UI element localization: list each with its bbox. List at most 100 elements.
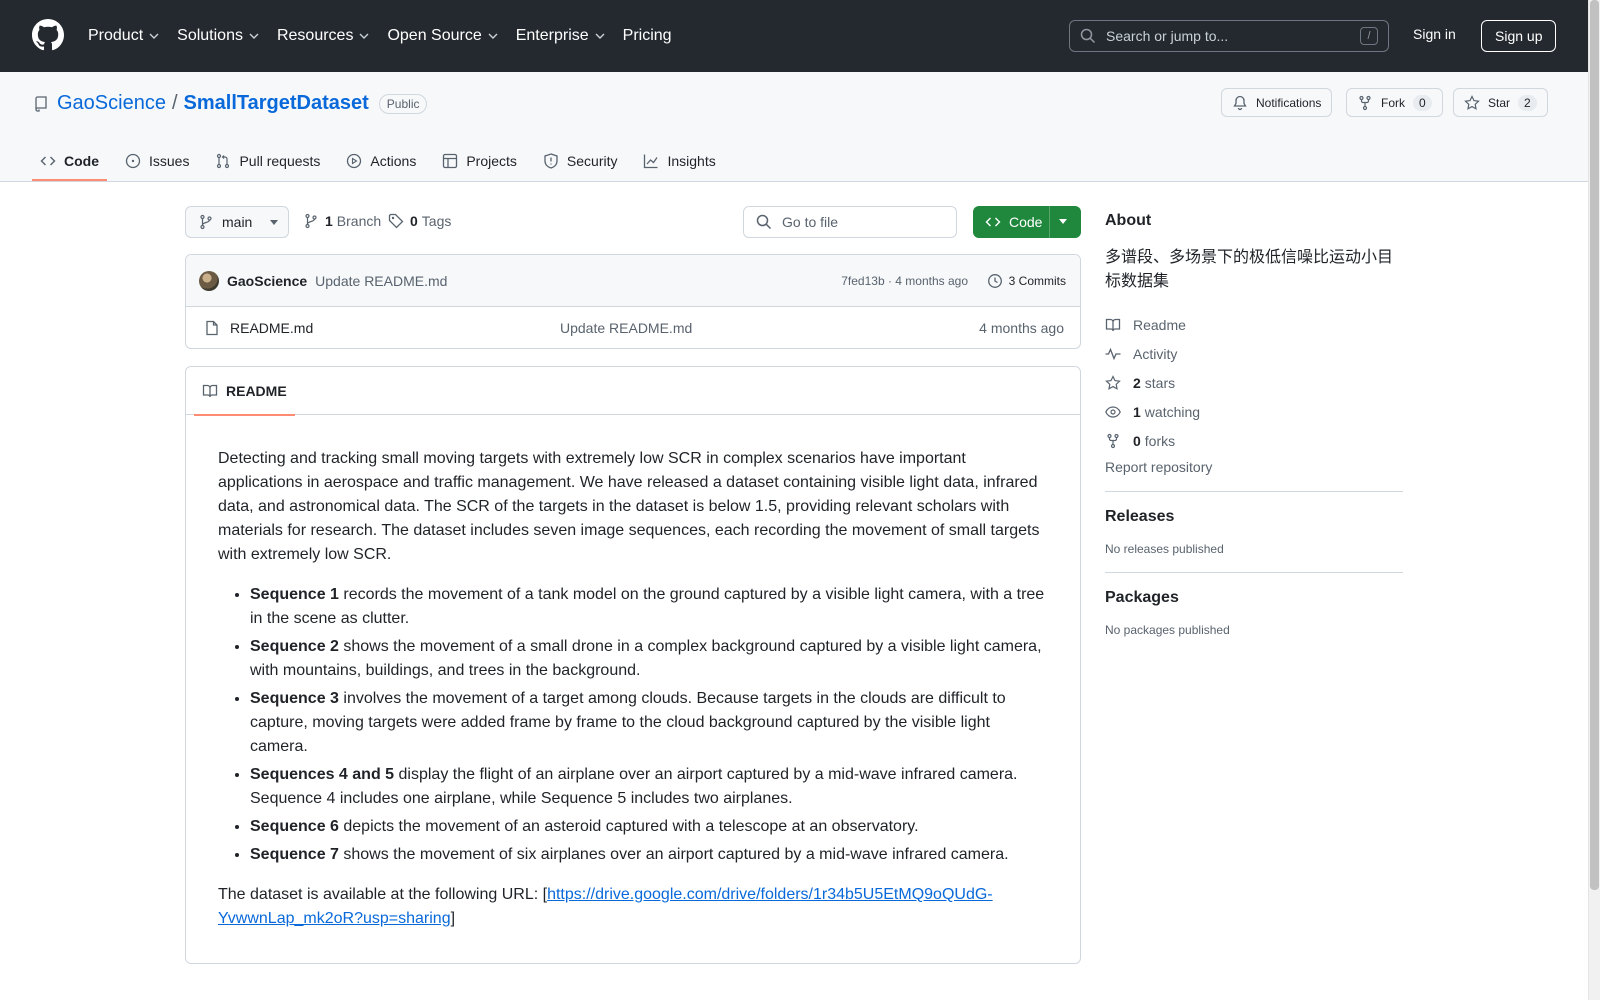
stars-link[interactable]: 2 stars xyxy=(1105,368,1403,397)
tags-link[interactable]: 0 Tags xyxy=(388,213,451,229)
play-icon xyxy=(347,153,362,168)
visibility-badge: Public xyxy=(378,93,428,114)
readme-panel: README Detecting and tracking small movi… xyxy=(185,366,1081,964)
branch-name: main xyxy=(222,214,253,230)
star-icon xyxy=(1105,374,1121,390)
about-links: Readme Activity 2 stars 1 watching 0 forks xyxy=(1105,310,1403,455)
tab-security[interactable]: Security xyxy=(535,140,626,181)
nav-solutions[interactable]: Solutions xyxy=(177,27,259,45)
tab-pull-requests[interactable]: Pull requests xyxy=(207,140,328,181)
nav-pricing[interactable]: Pricing xyxy=(623,27,672,45)
bell-icon xyxy=(1233,95,1247,110)
caret-down-icon xyxy=(1059,219,1067,224)
book-icon xyxy=(202,384,218,398)
search-placeholder: Search or jump to... xyxy=(1106,28,1229,44)
list-item: Sequence 3 involves the movement of a ta… xyxy=(250,687,1048,759)
branch-icon xyxy=(305,213,317,229)
branch-icon xyxy=(200,214,212,230)
readme-link[interactable]: Readme xyxy=(1105,310,1403,339)
tab-insights[interactable]: Insights xyxy=(635,140,723,181)
repo-icon xyxy=(35,95,47,112)
notifications-button[interactable]: Notifications xyxy=(1221,88,1333,117)
list-item: Sequence 2 shows the movement of a small… xyxy=(250,635,1048,683)
search-input[interactable]: Search or jump to... / xyxy=(1069,20,1389,52)
tab-projects[interactable]: Projects xyxy=(434,140,525,181)
repo-owner-link[interactable]: GaoScience xyxy=(57,92,166,115)
chevron-down-icon xyxy=(595,33,605,39)
packages-title[interactable]: Packages xyxy=(1105,589,1403,607)
commits-history-link[interactable]: 3 Commits xyxy=(987,273,1066,289)
branch-count: 1 xyxy=(325,213,333,229)
history-icon xyxy=(987,274,1002,288)
file-name-link[interactable]: README.md xyxy=(230,320,313,336)
avatar[interactable] xyxy=(199,270,219,291)
readme-intro: Detecting and tracking small moving targ… xyxy=(218,450,1040,563)
list-item: Sequence 7 shows the movement of six air… xyxy=(250,843,1048,867)
tab-code[interactable]: Code xyxy=(32,140,107,181)
report-repository-link[interactable]: Report repository xyxy=(1105,459,1403,475)
go-to-file-input[interactable]: Go to file xyxy=(743,206,957,238)
repo-sidebar: About 多谱段、多场景下的极低信噪比运动小目标数据集 Readme Acti… xyxy=(1105,212,1403,637)
file-icon xyxy=(206,320,218,336)
tab-actions[interactable]: Actions xyxy=(338,140,424,181)
readme-header: README xyxy=(186,367,1080,416)
sign-up-button[interactable]: Sign up xyxy=(1481,20,1557,52)
code-icon xyxy=(985,217,1001,227)
divider xyxy=(1105,572,1403,573)
table-icon xyxy=(443,153,458,168)
fork-icon xyxy=(1107,433,1119,448)
releases-empty: No releases published xyxy=(1105,542,1224,556)
book-icon xyxy=(1105,318,1121,331)
commit-sha-time[interactable]: 7fed13b · 4 months ago xyxy=(841,274,968,288)
tag-icon xyxy=(388,213,404,229)
caret-down-icon xyxy=(270,219,279,225)
forks-link[interactable]: 0 forks xyxy=(1105,426,1403,455)
sequence-list: Sequence 1 records the movement of a tan… xyxy=(250,583,1048,867)
nav-open-source[interactable]: Open Source xyxy=(387,27,498,45)
file-date: 4 months ago xyxy=(979,320,1064,336)
tag-count: 0 xyxy=(410,213,418,229)
file-browser: GaoScience Update README.md 7fed13b · 4 … xyxy=(185,254,1081,349)
readme-content: Detecting and tracking small moving targ… xyxy=(186,415,1080,931)
chevron-down-icon xyxy=(149,33,159,39)
nav-enterprise[interactable]: Enterprise xyxy=(516,27,605,45)
sign-in-link[interactable]: Sign in xyxy=(1413,26,1456,42)
branches-link[interactable]: 1 Branch xyxy=(303,213,381,229)
repo-header: GaoScience / SmallTargetDataset Public N… xyxy=(0,72,1588,182)
list-item: Sequence 1 records the movement of a tan… xyxy=(250,583,1048,631)
nav-resources[interactable]: Resources xyxy=(277,27,369,45)
global-header: Product Solutions Resources Open Source … xyxy=(0,0,1600,72)
releases-title[interactable]: Releases xyxy=(1105,508,1403,526)
activity-link[interactable]: Activity xyxy=(1105,339,1403,368)
commit-author-link[interactable]: GaoScience xyxy=(227,273,307,289)
scrollbar-thumb[interactable] xyxy=(1590,0,1599,890)
github-logo-icon[interactable] xyxy=(32,19,64,51)
button-divider xyxy=(1049,206,1050,238)
fork-icon xyxy=(1359,95,1371,110)
fork-count: 0 xyxy=(1413,94,1432,111)
repo-title: GaoScience / SmallTargetDataset Public xyxy=(33,92,428,115)
file-commit-message[interactable]: Update README.md xyxy=(560,320,692,336)
search-icon xyxy=(1080,28,1096,44)
pulse-icon xyxy=(1105,347,1121,360)
repo-name-link[interactable]: SmallTargetDataset xyxy=(184,92,369,115)
fork-button[interactable]: Fork 0 xyxy=(1346,88,1443,117)
chevron-down-icon xyxy=(249,33,259,39)
nav-product[interactable]: Product xyxy=(88,27,159,45)
tab-issues[interactable]: Issues xyxy=(117,140,197,181)
commit-message-link[interactable]: Update README.md xyxy=(315,273,447,289)
issue-icon xyxy=(125,153,141,168)
branch-select[interactable]: main xyxy=(185,206,289,238)
list-item: Sequences 4 and 5 display the flight of … xyxy=(250,763,1048,811)
code-dropdown-button[interactable]: Code xyxy=(973,206,1081,238)
tab-readme[interactable]: README xyxy=(194,367,295,416)
shield-icon xyxy=(544,152,558,169)
watchers-link[interactable]: 1 watching xyxy=(1105,397,1403,426)
dataset-url-paragraph: The dataset is available at the followin… xyxy=(218,886,993,927)
star-button[interactable]: Star 2 xyxy=(1453,88,1548,117)
search-icon xyxy=(756,214,772,230)
list-item: Sequence 6 depicts the movement of an as… xyxy=(250,815,1048,839)
repo-separator: / xyxy=(171,92,178,114)
table-row[interactable]: README.md Update README.md 4 months ago xyxy=(186,307,1080,348)
latest-commit: GaoScience Update README.md 7fed13b · 4 … xyxy=(186,255,1080,307)
